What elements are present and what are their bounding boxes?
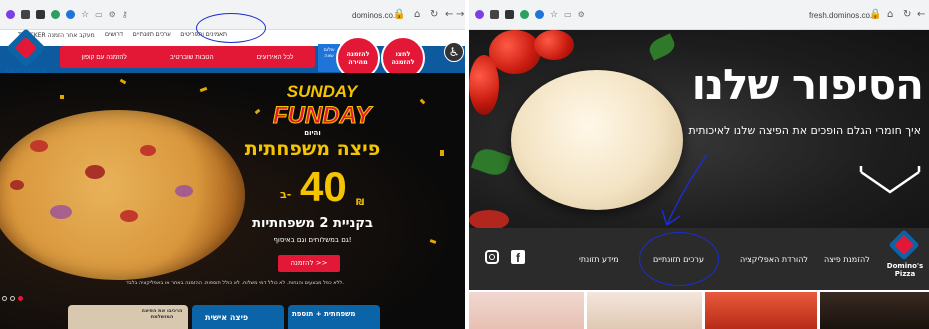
tomato-image [489, 30, 541, 74]
nav-nutrition-info[interactable]: מידע תזונתי [579, 255, 619, 264]
reload-icon[interactable]: ↻ [430, 9, 438, 20]
pizza-topping [85, 165, 105, 179]
tomato-image [469, 55, 499, 115]
address-bar[interactable]: fresh.dominos.co.il [809, 11, 876, 20]
fresh-dominos-window: ☆ ▭ ⚙ fresh.dominos.co.il 🔒 ⌂ ↻ ← הסיפור… [469, 0, 929, 329]
forward-icon[interactable]: → [456, 9, 464, 20]
lock-icon: 🔒 [869, 9, 882, 20]
facebook-icon[interactable]: f [511, 250, 525, 265]
logo-text: Domino's Pizza [886, 262, 924, 278]
accessibility-icon[interactable]: ♿ [444, 42, 464, 62]
promo-disclaimer: ללא כפל מבצעים והנחות. לא כולל דמי משלוח… [126, 280, 344, 286]
dominos-main-window: ☆ ▭ ⚙ ⚷ dominos.co.il 🔒 ⌂ ↻ ← → תאמינים … [0, 0, 465, 329]
pizza-topping [30, 140, 48, 152]
star-icon[interactable]: ☆ [81, 10, 89, 20]
content-thumbnail[interactable] [705, 292, 817, 329]
reload-icon[interactable]: ↻ [903, 9, 911, 20]
key-icon[interactable]: ⚷ [122, 10, 128, 19]
extension-icon[interactable] [520, 10, 529, 19]
confetti-decoration [440, 150, 444, 156]
back-icon[interactable]: ← [445, 9, 453, 20]
red-action-bar: לכל האירועים הטבות שוברטיב להזמנה עם קופ… [60, 46, 315, 68]
back-icon[interactable]: ← [917, 9, 925, 20]
pizza-topping [10, 180, 24, 190]
price-prefix: ב- [280, 188, 292, 201]
top-link-jobs[interactable]: דרושים [105, 32, 123, 38]
home-icon[interactable]: ⌂ [414, 9, 420, 20]
hand-drawn-circle-annotation [639, 232, 719, 286]
pizza-topping [140, 145, 156, 156]
pizza-topping [175, 185, 193, 197]
card-personal-label: פיצה אישית [205, 313, 249, 322]
funday-word: FUNDAY [272, 102, 372, 130]
redbar-benefits[interactable]: הטבות שוברטיב [170, 54, 214, 61]
nav-order-pizza[interactable]: להזמנת פיצה [824, 255, 870, 264]
tab-icon[interactable]: ▭ [564, 10, 572, 19]
star-icon[interactable]: ☆ [550, 10, 558, 20]
sunday-funday-title: SUNDAY FUNDAY [272, 82, 372, 130]
scroll-down-icon[interactable] [859, 162, 921, 196]
hand-drawn-circle-annotation [196, 13, 266, 43]
sauce-bowl-image [469, 210, 509, 230]
sunday-word: SUNDAY [286, 82, 358, 101]
puzzle-icon[interactable]: ⚙ [578, 10, 585, 19]
pizza-image [0, 110, 245, 280]
home-icon[interactable]: ⌂ [887, 9, 893, 20]
carousel-dot-active[interactable] [18, 296, 23, 301]
content-thumbnail[interactable] [469, 292, 584, 329]
redbar-coupon[interactable]: להזמנה עם קופון [82, 54, 127, 61]
extension-icon[interactable] [475, 10, 484, 19]
redbar-events[interactable]: לכל האירועים [257, 54, 294, 61]
card-family-label: משפחתית + תוספת [292, 310, 356, 318]
page-subtitle: איך חומרי הגלם הופכים את הפיצה שלנו לאיכ… [688, 124, 921, 137]
carousel-dots [2, 286, 26, 305]
dominos-logo[interactable]: Domino's Pizza [884, 229, 926, 282]
promo-headline: פיצה משפחתית [244, 138, 381, 160]
address-bar[interactable]: dominos.co.il [352, 11, 399, 20]
extension-icon[interactable] [51, 10, 60, 19]
top-link-nutrition[interactable]: ערכים תזונתיים [133, 32, 171, 38]
card-build-label: הרכיבו את הפיצה המושלמת [141, 308, 183, 320]
pizza-topping [120, 210, 138, 222]
extension-icon[interactable] [490, 10, 499, 19]
promo-price: 40 [300, 163, 347, 210]
hero-order-button[interactable]: להזמנה >> [278, 255, 340, 272]
extension-icon[interactable] [505, 10, 514, 19]
confetti-decoration [60, 95, 64, 99]
extension-icon[interactable] [66, 10, 75, 19]
carousel-dot[interactable] [2, 296, 7, 301]
page-title: הסיפור שלנו [691, 60, 924, 109]
hand-drawn-arrow-annotation [661, 154, 708, 226]
screenshot-root: ☆ ▭ ⚙ ⚷ dominos.co.il 🔒 ⌂ ↻ ← → תאמינים … [0, 0, 929, 329]
extension-icon[interactable] [6, 10, 15, 19]
promo-and-now: והיום [304, 129, 321, 137]
nav-download-app[interactable]: להורדת האפליקציה [740, 255, 808, 264]
extension-icon[interactable] [21, 10, 30, 19]
content-thumbnail[interactable] [820, 292, 929, 329]
extension-icon[interactable] [36, 10, 45, 19]
extension-icon[interactable] [535, 10, 544, 19]
instagram-icon[interactable] [485, 250, 499, 264]
tab-icon[interactable]: ▭ [95, 10, 103, 19]
lock-icon: 🔒 [393, 9, 406, 20]
promo-deal: בקניית 2 משפחתיות [252, 216, 373, 231]
content-thumbnail[interactable] [587, 292, 702, 329]
pizza-topping [50, 205, 72, 219]
carousel-dot[interactable] [10, 296, 15, 301]
promo-deal-note: גם במשלוחים וגם באיסוף! [273, 236, 352, 244]
price-currency: ₪ [356, 198, 365, 208]
puzzle-icon[interactable]: ⚙ [109, 10, 116, 19]
tomato-image [534, 30, 574, 60]
